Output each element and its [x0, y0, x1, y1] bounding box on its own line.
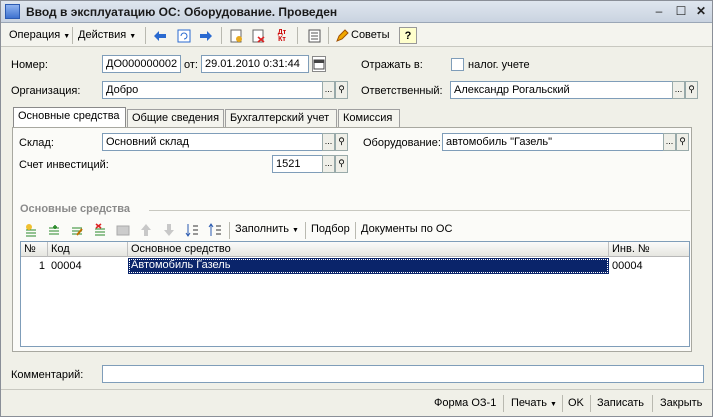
- investment-account-field[interactable]: 1521: [272, 155, 323, 173]
- warehouse-label: Склад:: [19, 137, 54, 149]
- advice-button[interactable]: Советы: [333, 27, 391, 44]
- delete-row-icon[interactable]: [91, 221, 109, 238]
- tax-accounting-checkbox[interactable]: [451, 58, 464, 71]
- tab-general-info[interactable]: Общие сведения: [127, 109, 224, 127]
- save-button[interactable]: Записать: [597, 394, 644, 412]
- close-button[interactable]: Закрыть: [660, 394, 702, 412]
- footer-separator: [503, 395, 504, 412]
- title-bar: Ввод в эксплуатацию ОС: Оборудование. Пр…: [1, 1, 712, 23]
- document-window: Ввод в эксплуатацию ОС: Оборудование. Пр…: [0, 0, 713, 417]
- print-menu[interactable]: Печать ▼: [511, 394, 557, 412]
- pencil-icon: [336, 28, 349, 42]
- investment-account-open-icon[interactable]: ⚲: [335, 155, 348, 173]
- organization-open-icon[interactable]: ⚲: [335, 81, 348, 99]
- toolbar-separator: [145, 27, 146, 44]
- column-header-number[interactable]: №: [21, 242, 48, 257]
- toolbar-separator: [328, 27, 329, 44]
- edit-row-icon[interactable]: [68, 221, 86, 238]
- investment-account-select-button[interactable]: ...: [322, 155, 335, 173]
- sort-ascending-icon[interactable]: [183, 221, 201, 238]
- date-field[interactable]: 29.01.2010 0:31:44: [201, 55, 309, 73]
- investment-account-label: Счет инвестиций:: [19, 159, 109, 171]
- equipment-open-icon[interactable]: ⚲: [676, 133, 689, 151]
- document-icon: [5, 4, 20, 19]
- date-label: от:: [184, 59, 198, 71]
- toolbar: Операция ▼ Действия ▼ Дт Кт Советы ?: [1, 23, 712, 47]
- footer-separator: [562, 395, 563, 412]
- fixed-assets-table[interactable]: № Код Основное средство Инв. № 1 00004 А…: [20, 241, 690, 347]
- form-os1-button[interactable]: Форма ОЗ-1: [434, 394, 496, 412]
- equipment-field[interactable]: автомобиль "Газель": [442, 133, 666, 151]
- table-toolbar-separator: [229, 222, 230, 239]
- code-cell[interactable]: 00004: [48, 259, 128, 275]
- calendar-icon[interactable]: [312, 56, 326, 72]
- responsible-label: Ответственный:: [361, 85, 443, 97]
- copy-row-icon[interactable]: [45, 221, 63, 238]
- maximize-button[interactable]: ☐: [673, 4, 689, 19]
- navigate-icon[interactable]: [197, 27, 215, 44]
- post-document-icon[interactable]: [227, 27, 245, 44]
- dt-kt-icon[interactable]: Дт Кт: [273, 27, 291, 44]
- go-back-icon[interactable]: [151, 27, 169, 44]
- end-edit-icon: [114, 221, 132, 238]
- column-header-code[interactable]: Код: [48, 242, 128, 257]
- actions-menu[interactable]: Действия ▼: [76, 27, 138, 44]
- equipment-label: Оборудование:: [363, 137, 441, 149]
- tab-commission[interactable]: Комиссия: [338, 109, 400, 127]
- inventory-number-cell[interactable]: 00004: [609, 259, 689, 275]
- toolbar-separator: [221, 27, 222, 44]
- number-field[interactable]: ДО000000002: [102, 55, 181, 73]
- responsible-field[interactable]: Александр Рогальский: [450, 81, 674, 99]
- move-down-icon: [160, 221, 178, 238]
- section-divider: [149, 210, 690, 211]
- organization-field[interactable]: Добро: [102, 81, 336, 99]
- sort-descending-icon[interactable]: [206, 221, 224, 238]
- asset-cell-selected[interactable]: Автомобиль Газель: [128, 258, 609, 274]
- organization-label: Организация:: [11, 85, 81, 97]
- footer-separator: [590, 395, 591, 412]
- help-button[interactable]: ?: [399, 27, 417, 44]
- table-row[interactable]: 1 00004 Автомобиль Газель 00004: [21, 258, 689, 275]
- structure-icon[interactable]: [305, 27, 323, 44]
- reflect-label: Отражать в:: [361, 59, 423, 71]
- comment-label: Комментарий:: [11, 369, 84, 381]
- operation-menu[interactable]: Операция ▼: [7, 27, 72, 44]
- close-window-button[interactable]: ✕: [693, 4, 709, 19]
- toolbar-separator: [72, 27, 73, 44]
- toolbar-separator: [297, 27, 298, 44]
- add-row-icon[interactable]: [22, 221, 40, 238]
- tax-accounting-label: налог. учете: [468, 59, 530, 71]
- table-toolbar-separator: [355, 222, 356, 239]
- move-up-icon: [137, 221, 155, 238]
- warehouse-select-button[interactable]: ...: [322, 133, 335, 151]
- comment-field[interactable]: [102, 365, 704, 383]
- column-header-asset[interactable]: Основное средство: [128, 242, 609, 257]
- footer-separator: [652, 395, 653, 412]
- refresh-icon[interactable]: [175, 27, 193, 44]
- fill-menu[interactable]: Заполнить ▼: [235, 223, 299, 235]
- organization-select-button[interactable]: ...: [322, 81, 335, 99]
- minimize-button[interactable]: –: [651, 4, 667, 19]
- footer-divider: [1, 389, 712, 390]
- number-label: Номер:: [11, 59, 48, 71]
- window-title: Ввод в эксплуатацию ОС: Оборудование. Пр…: [26, 5, 338, 19]
- warehouse-open-icon[interactable]: ⚲: [335, 133, 348, 151]
- pick-button[interactable]: Подбор: [311, 223, 350, 235]
- column-header-inventory-number[interactable]: Инв. №: [609, 242, 689, 257]
- section-title: Основные средства: [20, 203, 131, 215]
- unpost-document-icon[interactable]: [249, 27, 267, 44]
- tab-fixed-assets[interactable]: Основные средства: [13, 107, 126, 128]
- row-number-cell: 1: [38, 260, 45, 272]
- responsible-open-icon[interactable]: ⚲: [685, 81, 698, 99]
- responsible-select-button[interactable]: ...: [672, 81, 685, 99]
- equipment-select-button[interactable]: ...: [663, 133, 676, 151]
- table-toolbar-separator: [305, 222, 306, 239]
- warehouse-field[interactable]: Основний склад: [102, 133, 336, 151]
- fixed-asset-documents-button[interactable]: Документы по ОС: [361, 223, 452, 235]
- ok-button[interactable]: OK: [568, 394, 584, 412]
- tab-accounting[interactable]: Бухгалтерский учет: [225, 109, 337, 127]
